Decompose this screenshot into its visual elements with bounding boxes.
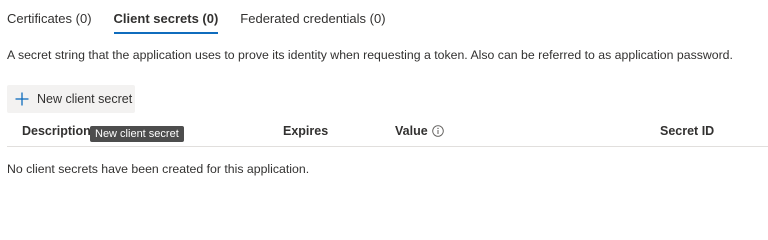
info-icon[interactable] <box>431 125 444 137</box>
table-header-divider <box>7 146 768 147</box>
tooltip: New client secret <box>90 126 184 142</box>
credentials-tabs: Certificates (0) Client secrets (0) Fede… <box>7 0 408 36</box>
section-description: A secret string that the application use… <box>7 48 733 62</box>
new-client-secret-button[interactable]: New client secret <box>7 85 135 113</box>
column-header-expires: Expires <box>283 124 329 138</box>
column-header-secret-id: Secret ID <box>660 124 715 138</box>
tab-client-secrets[interactable]: Client secrets (0) <box>113 0 218 36</box>
client-secrets-page: Certificates (0) Client secrets (0) Fede… <box>0 0 768 225</box>
new-client-secret-label: New client secret <box>37 92 133 106</box>
empty-state-message: No client secrets have been created for … <box>7 162 310 176</box>
column-header-value: Value <box>395 124 444 138</box>
column-header-value-label: Value <box>395 124 428 138</box>
column-header-description: Description <box>22 124 91 138</box>
plus-icon <box>15 92 29 106</box>
tab-certificates[interactable]: Certificates (0) <box>7 0 92 36</box>
tab-federated-credentials[interactable]: Federated credentials (0) <box>240 0 385 36</box>
